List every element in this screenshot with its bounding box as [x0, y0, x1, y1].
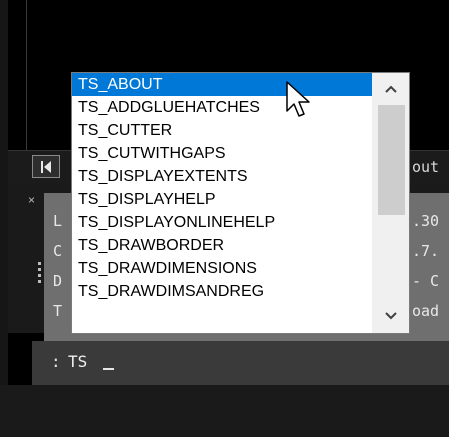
left-edge: [0, 0, 8, 437]
canvas-divider: [26, 0, 27, 150]
chevron-down-glyph: [384, 312, 397, 320]
text-caret: [103, 368, 114, 370]
grip-dot: [38, 268, 41, 271]
command-line[interactable]: [32, 341, 449, 385]
autocomplete-item[interactable]: TS_DRAWBORDER: [72, 234, 372, 257]
autocomplete-item[interactable]: TS_DISPLAYONLINEHELP: [72, 211, 372, 234]
history-line-tail: - C: [412, 272, 440, 290]
chevron-up-glyph: [384, 85, 397, 93]
history-line: T: [53, 302, 63, 320]
command-prompt: :: [51, 352, 61, 371]
autocomplete-item[interactable]: TS_ADDGLUEHATCHES: [72, 96, 372, 119]
status-bar: [0, 385, 449, 437]
autocomplete-item[interactable]: TS_CUTWITHGAPS: [72, 142, 372, 165]
tab-layout-partial[interactable]: out: [412, 158, 439, 176]
chevron-up-icon[interactable]: [372, 77, 409, 103]
close-icon[interactable]: ×: [28, 193, 35, 207]
first-page-glyph: [41, 161, 51, 173]
history-line-tail: .7.: [412, 242, 440, 260]
grip-dot: [38, 280, 41, 283]
history-line-tail: .30: [412, 212, 440, 230]
autocomplete-item[interactable]: TS_DISPLAYEXTENTS: [72, 165, 372, 188]
history-line: L: [53, 212, 63, 230]
command-input[interactable]: TS: [68, 352, 87, 371]
autocomplete-item[interactable]: TS_DRAWDIMENSIONS: [72, 257, 372, 280]
scrollbar-thumb[interactable]: [378, 105, 405, 215]
first-page-icon[interactable]: [32, 155, 60, 178]
history-line: D: [53, 272, 63, 290]
mouse-pointer-icon: [286, 81, 310, 117]
chevron-down-icon[interactable]: [372, 305, 409, 329]
history-line: C: [53, 242, 63, 260]
autocomplete-item[interactable]: TS_ABOUT: [72, 73, 372, 96]
autocomplete-item[interactable]: TS_CUTTER: [72, 119, 372, 142]
grip-icon[interactable]: [38, 262, 41, 265]
grip-dot: [38, 274, 41, 277]
history-line-tail: oad: [412, 302, 440, 320]
autocomplete-item[interactable]: TS_DRAWDIMSANDREG: [72, 280, 372, 303]
autocomplete-item[interactable]: TS_DISPLAYHELP: [72, 188, 372, 211]
autocomplete-list[interactable]: TS_ABOUT TS_ADDGLUEHATCHES TS_CUTTER TS_…: [72, 73, 372, 333]
